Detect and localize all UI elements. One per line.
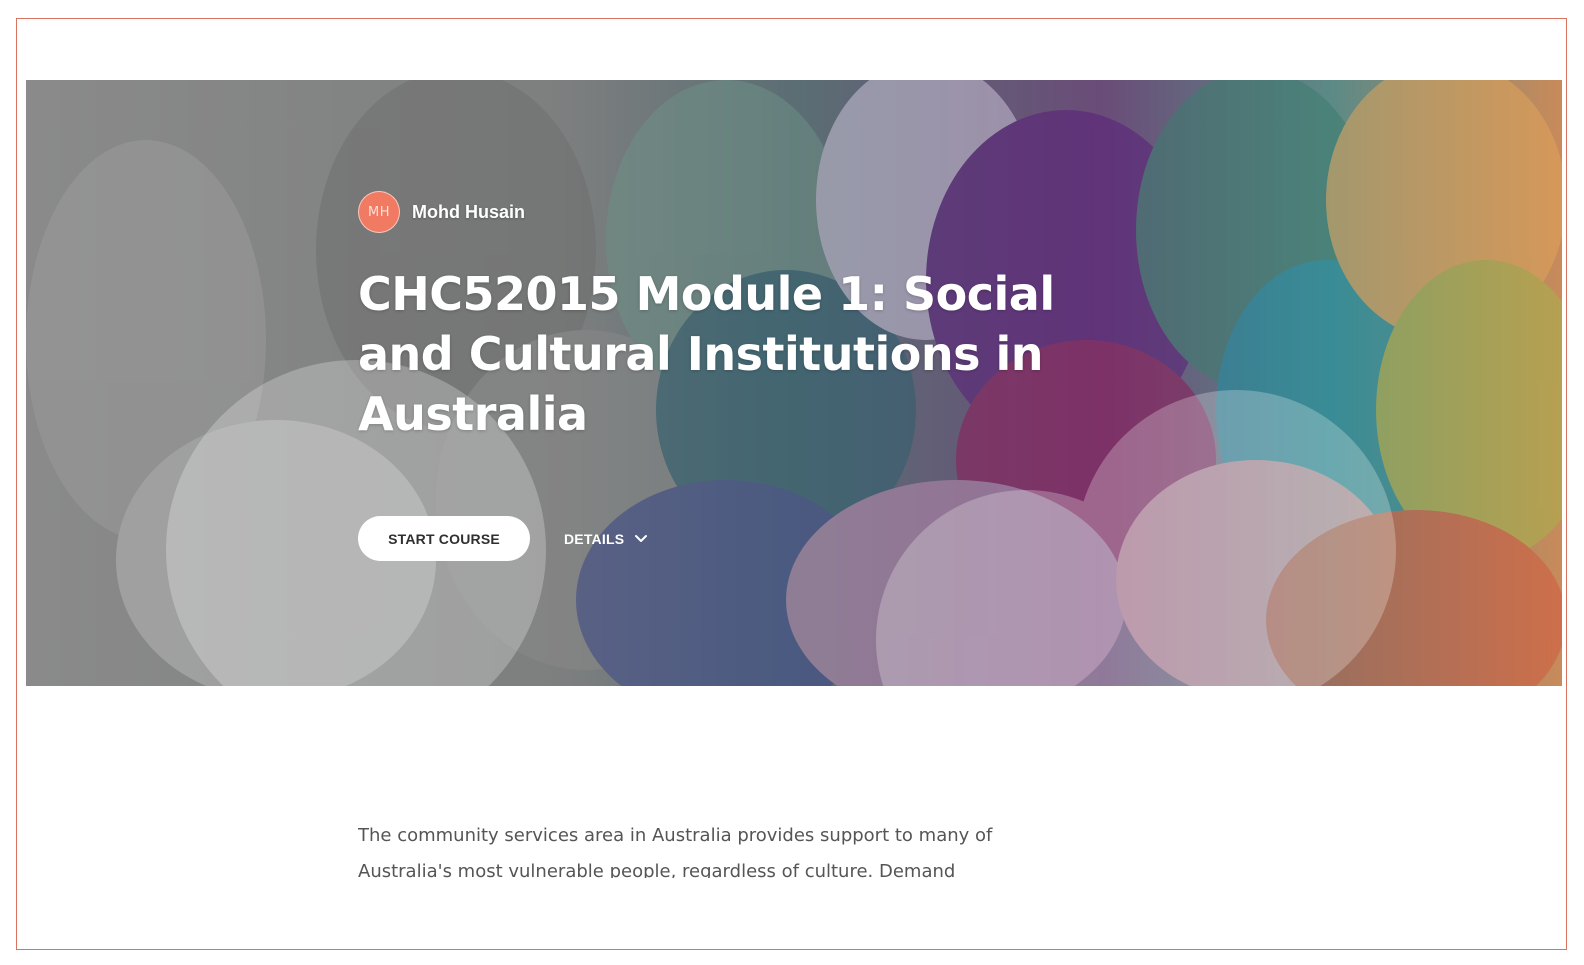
course-title: CHC52015 Module 1: Social and Cultural I… — [358, 267, 1055, 441]
details-toggle[interactable]: DETAILS — [564, 531, 648, 547]
chevron-down-icon — [635, 534, 648, 542]
course-hero: MH Mohd Husain CHC52015 Module 1: Social… — [26, 80, 1562, 686]
hero-actions: START COURSE DETAILS — [358, 516, 648, 561]
avatar: MH — [358, 191, 400, 233]
start-course-button[interactable]: START COURSE — [358, 516, 530, 561]
author-name: Mohd Husain — [412, 201, 525, 222]
course-description: The community services area in Australia… — [358, 825, 993, 878]
hero-content: MH Mohd Husain CHC52015 Module 1: Social… — [358, 190, 1078, 444]
course-author: MH Mohd Husain — [358, 190, 1078, 234]
details-label: DETAILS — [564, 530, 625, 547]
